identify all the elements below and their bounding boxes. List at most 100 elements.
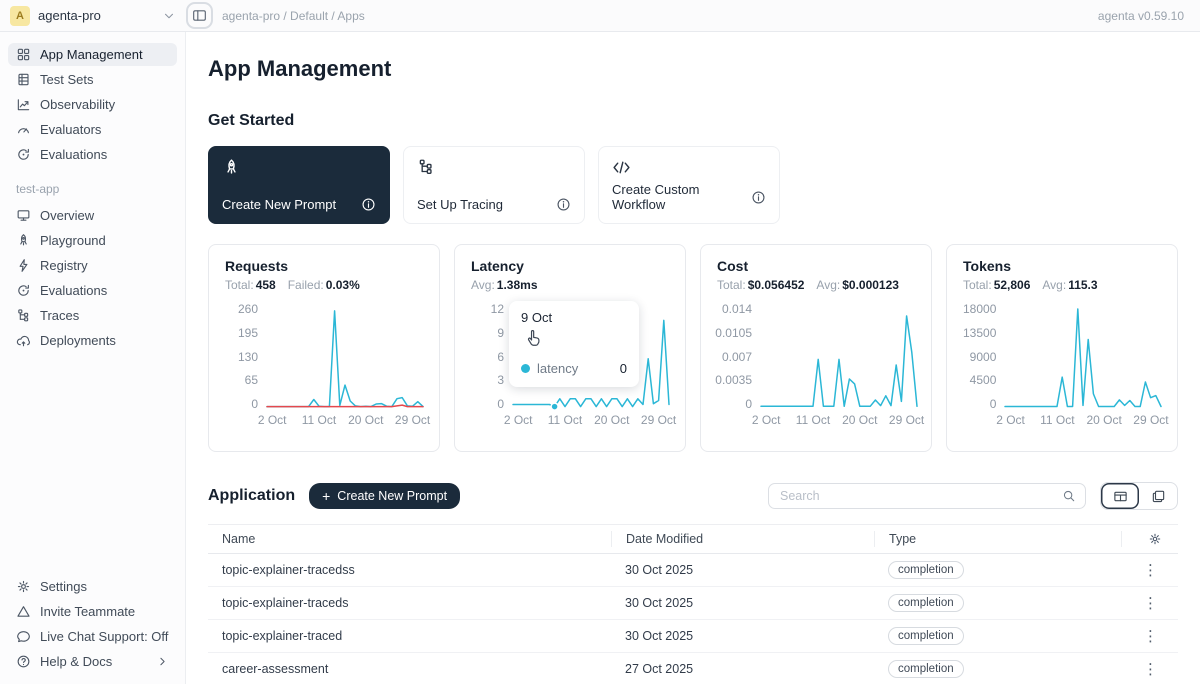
create-new-prompt-button[interactable]: + Create New Prompt (309, 483, 460, 509)
search-icon[interactable] (1062, 489, 1076, 503)
y-axis-tick: 4500 (970, 375, 997, 386)
y-axis-tick: 65 (245, 375, 258, 386)
info-icon[interactable] (751, 190, 766, 205)
create-custom-workflow-card[interactable]: Create Custom Workflow (598, 146, 780, 224)
sidebar-item-app-management[interactable]: App Management (8, 43, 177, 66)
x-axis-tick: 29 Oct (641, 413, 676, 427)
line-chart-plot (1005, 304, 1161, 410)
search-box (768, 483, 1086, 509)
type-badge: completion (888, 627, 964, 645)
cell-type: completion (874, 627, 1121, 645)
chart-stats: Avg:1.38ms (471, 278, 669, 292)
x-axis: 2 Oct11 Oct20 Oct29 Oct (1005, 413, 1161, 429)
gauge-icon (16, 122, 31, 137)
sidebar-item-help-docs[interactable]: Help & Docs (8, 650, 177, 673)
x-axis-tick: 29 Oct (1133, 413, 1168, 427)
type-badge: completion (888, 561, 964, 579)
create-new-prompt-card[interactable]: Create New Prompt (208, 146, 390, 224)
application-header: Application + Create New Prompt (208, 482, 1178, 510)
sidebar-toggle-button[interactable] (186, 2, 213, 29)
y-axis-tick: 6 (497, 352, 504, 363)
column-header-type[interactable]: Type (874, 531, 1121, 547)
x-axis-tick: 2 Oct (258, 413, 287, 427)
x-axis-tick: 2 Oct (996, 413, 1025, 427)
panel-left-icon (192, 8, 207, 23)
sidebar-item-test-sets[interactable]: Test Sets (8, 68, 177, 91)
metrics-chart-row: Requests Total:458 Failed:0.03% 26019513… (208, 244, 1178, 452)
table-row[interactable]: topic-explainer-traceds 30 Oct 2025 comp… (208, 587, 1178, 620)
sidebar-item-label: Overview (40, 208, 94, 223)
card-label: Create Custom Workflow (612, 182, 751, 212)
sidebar-item-registry[interactable]: Registry (8, 254, 177, 277)
test-sets-icon (16, 72, 31, 87)
row-actions-menu[interactable]: ⋮ (1121, 629, 1178, 644)
observability-chart-icon (16, 97, 31, 112)
sidebar-item-deployments[interactable]: Deployments (8, 329, 177, 352)
sidebar-item-playground[interactable]: Playground (8, 229, 177, 252)
cost-chart-card: Cost Total:$0.056452 Avg:$0.000123 0.014… (700, 244, 932, 452)
column-header-name[interactable]: Name (208, 531, 611, 547)
gear-icon[interactable] (1148, 532, 1162, 546)
y-axis-tick: 0 (251, 399, 258, 410)
chevron-right-icon (156, 655, 169, 668)
series-requests (267, 311, 423, 407)
series-value: 0 (620, 361, 627, 376)
set-up-tracing-card[interactable]: Set Up Tracing (403, 146, 585, 224)
info-icon[interactable] (556, 197, 571, 212)
row-actions-menu[interactable]: ⋮ (1121, 662, 1178, 677)
latency-chart-card: Latency Avg:1.38ms 129630 2 Oct11 Oct20 … (454, 244, 686, 452)
sidebar: App Management Test Sets Observability E… (0, 32, 186, 684)
card-view-button[interactable] (1139, 483, 1177, 509)
info-icon[interactable] (361, 197, 376, 212)
row-actions-menu[interactable]: ⋮ (1121, 596, 1178, 611)
series-failed (267, 405, 423, 407)
cell-type: completion (874, 594, 1121, 612)
tooltip-series-row: latency 0 (521, 361, 627, 376)
sidebar-item-traces[interactable]: Traces (8, 304, 177, 327)
get-started-cards: Create New Prompt Set Up Tracing Create … (208, 146, 1178, 224)
plus-icon: + (322, 489, 330, 503)
sidebar-item-evaluators[interactable]: Evaluators (8, 118, 177, 141)
grid-icon (16, 47, 31, 62)
x-axis-tick: 20 Oct (842, 413, 877, 427)
sidebar-item-overview[interactable]: Overview (8, 204, 177, 227)
sidebar-item-live-chat-support[interactable]: Live Chat Support: Off (8, 625, 177, 648)
x-axis: 2 Oct11 Oct20 Oct29 Oct (761, 413, 917, 429)
rocket-icon (222, 158, 241, 177)
search-input[interactable] (778, 488, 1056, 504)
sidebar-section-label: test-app (0, 167, 185, 203)
series-color-dot (521, 364, 530, 373)
sidebar-item-evaluations-app[interactable]: Evaluations (8, 279, 177, 302)
sidebar-item-evaluations[interactable]: Evaluations (8, 143, 177, 166)
cell-name: career-assessment (208, 662, 611, 676)
y-axis-tick: 3 (497, 375, 504, 386)
gear-icon (16, 579, 31, 594)
sidebar-item-settings[interactable]: Settings (8, 575, 177, 598)
x-axis: 2 Oct11 Oct20 Oct29 Oct (513, 413, 669, 429)
table-view-button[interactable] (1101, 483, 1139, 509)
sidebar-item-label: Observability (40, 97, 115, 112)
chart-title: Requests (225, 258, 423, 274)
y-axis: 1800013500900045000 (963, 304, 1005, 410)
sidebar-item-observability[interactable]: Observability (8, 93, 177, 116)
breadcrumb[interactable]: agenta-pro / Default / Apps (222, 9, 365, 23)
cell-name: topic-explainer-traceds (208, 596, 611, 610)
column-header-date-modified[interactable]: Date Modified (611, 531, 874, 547)
application-heading: Application (208, 487, 295, 505)
y-axis-tick: 13500 (963, 328, 996, 339)
refresh-circle-icon (16, 283, 31, 298)
workspace-selector[interactable]: A agenta-pro (0, 6, 186, 26)
cell-date-modified: 30 Oct 2025 (611, 563, 874, 577)
table-row[interactable]: topic-explainer-tracedss 30 Oct 2025 com… (208, 554, 1178, 587)
sidebar-item-invite-teammate[interactable]: Invite Teammate (8, 600, 177, 623)
requests-chart-card: Requests Total:458 Failed:0.03% 26019513… (208, 244, 440, 452)
card-label: Create New Prompt (222, 197, 336, 212)
applications-table: Name Date Modified Type topic-explainer-… (208, 524, 1178, 684)
chart-tooltip: 9 Oct latency 0 (509, 301, 639, 387)
x-axis-tick: 20 Oct (1086, 413, 1121, 427)
get-started-heading: Get Started (208, 112, 1178, 130)
tooltip-date: 9 Oct (521, 310, 627, 325)
table-row[interactable]: career-assessment 27 Oct 2025 completion… (208, 653, 1178, 684)
row-actions-menu[interactable]: ⋮ (1121, 563, 1178, 578)
table-row[interactable]: topic-explainer-traced 30 Oct 2025 compl… (208, 620, 1178, 653)
